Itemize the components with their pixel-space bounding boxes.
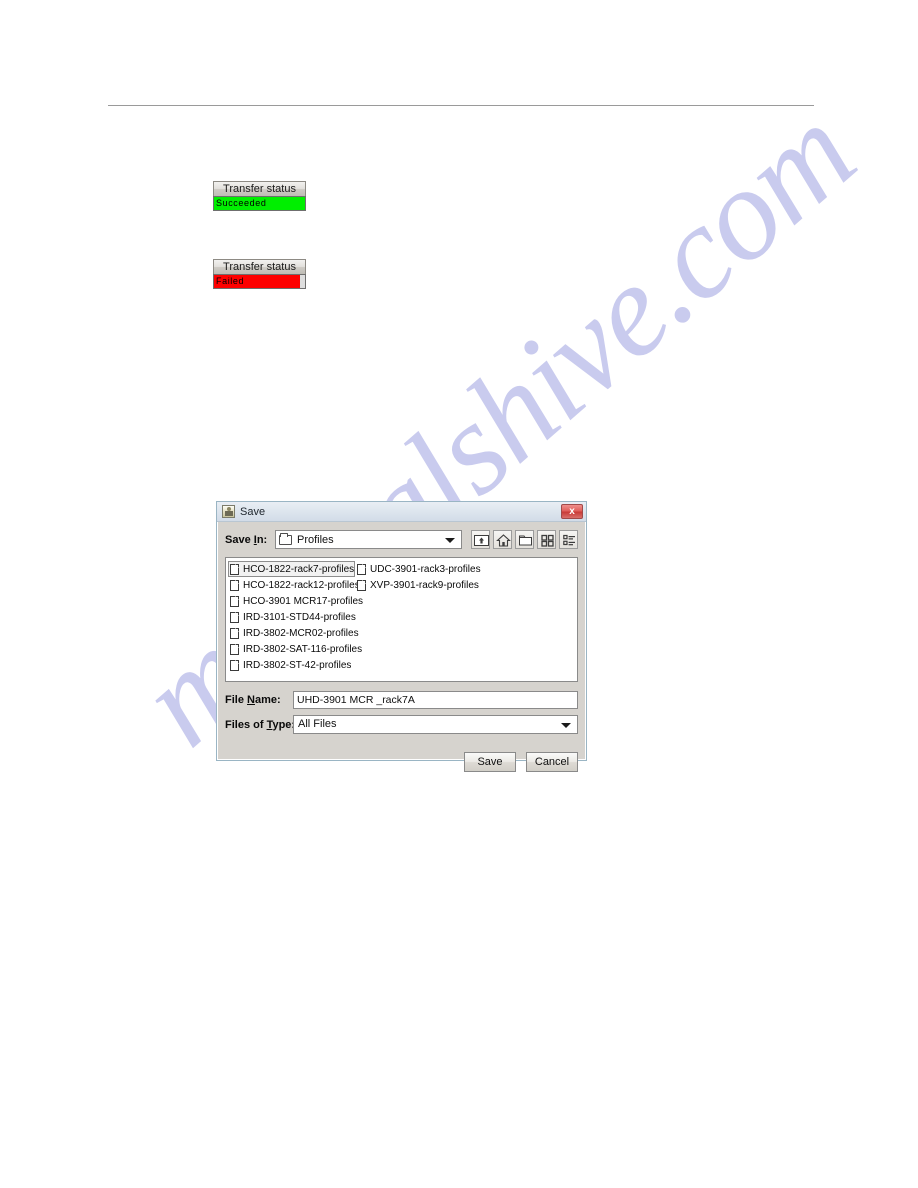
file-icon <box>230 595 239 607</box>
list-item-label: IRD-3802-ST-42-profiles <box>243 659 352 671</box>
list-item-label: HCO-1822-rack7-profiles <box>243 563 355 575</box>
file-name-input[interactable]: UHD-3901 MCR _rack7A <box>293 690 578 709</box>
list-item[interactable]: IRD-3802-ST-42-profiles <box>228 657 355 673</box>
dialog-body: Save In: Profiles HCO-1822-rack7-profile… <box>217 522 586 780</box>
list-item[interactable]: HCO-3901 MCR17-profiles <box>228 593 363 609</box>
list-item[interactable]: UDC-3901-rack3-profiles <box>355 561 482 577</box>
files-of-type-label: Files of Type: <box>225 718 296 731</box>
transfer-status-value: Succeeded <box>213 196 306 211</box>
up-one-level-icon[interactable] <box>471 530 490 549</box>
list-item-label: HCO-3901 MCR17-profiles <box>243 595 364 607</box>
list-item-label: IRD-3802-SAT-116-profiles <box>243 643 363 655</box>
create-new-folder-icon[interactable] <box>515 530 534 549</box>
home-icon[interactable] <box>493 530 512 549</box>
file-icon <box>357 579 366 591</box>
java-coffee-cup-icon <box>222 505 235 518</box>
save-in-value: Profiles <box>297 533 334 546</box>
close-icon[interactable]: x <box>561 504 583 519</box>
list-item-label: IRD-3802-MCR02-profiles <box>243 627 359 639</box>
transfer-status-value: Failed <box>214 275 300 288</box>
list-item[interactable]: XVP-3901-rack9-profiles <box>355 577 482 593</box>
details-view-icon[interactable] <box>559 530 578 549</box>
file-icon <box>230 627 239 639</box>
list-item[interactable]: IRD-3802-SAT-116-profiles <box>228 641 362 657</box>
chevron-down-icon[interactable] <box>561 722 571 728</box>
list-item-label: XVP-3901-rack9-profiles <box>370 579 479 591</box>
file-icon <box>357 563 366 575</box>
file-icon <box>230 643 239 655</box>
list-item[interactable]: HCO-1822-rack12-profiles <box>228 577 360 593</box>
save-in-combobox[interactable]: Profiles <box>275 530 462 549</box>
save-button[interactable]: Save <box>464 752 516 772</box>
transfer-status-title: Transfer status <box>213 259 306 274</box>
save-dialog: Save x Save In: Profiles HCO-1822-rack7-… <box>216 501 587 772</box>
dialog-titlebar[interactable]: Save x <box>217 502 586 522</box>
save-in-row: Save In: Profiles <box>225 529 578 550</box>
file-icon <box>230 659 239 671</box>
file-name-label: File Name: <box>225 693 281 706</box>
page-header-rule <box>108 105 814 106</box>
transfer-status-succeeded-widget: Transfer status Succeeded <box>213 181 306 211</box>
list-item-label: IRD-3101-STD44-profiles <box>243 611 356 623</box>
list-item-label: UDC-3901-rack3-profiles <box>370 563 481 575</box>
dialog-title: Save <box>240 505 266 518</box>
chevron-down-icon[interactable] <box>445 537 455 543</box>
file-icon <box>230 563 239 575</box>
list-item[interactable]: HCO-1822-rack7-profiles <box>228 561 355 577</box>
file-icon <box>230 579 239 591</box>
files-of-type-row: Files of Type: All Files <box>225 715 578 734</box>
file-name-row: File Name: UHD-3901 MCR _rack7A <box>225 690 578 709</box>
files-of-type-combobox[interactable]: All Files <box>293 715 578 734</box>
transfer-status-failed-widget: Transfer status Failed <box>213 259 306 289</box>
folder-icon <box>279 532 292 545</box>
document-page: Transfer status Succeeded Transfer statu… <box>0 0 918 1188</box>
transfer-status-title: Transfer status <box>213 181 306 196</box>
save-in-label: Save In: <box>225 533 268 546</box>
list-view-icon[interactable] <box>537 530 556 549</box>
transfer-status-track: Failed <box>213 274 306 289</box>
list-item[interactable]: IRD-3101-STD44-profiles <box>228 609 356 625</box>
file-list[interactable]: HCO-1822-rack7-profiles HCO-1822-rack12-… <box>225 557 578 682</box>
cancel-button[interactable]: Cancel <box>526 752 578 772</box>
files-of-type-value: All Files <box>298 718 337 730</box>
list-item-label: HCO-1822-rack12-profiles <box>243 579 360 591</box>
file-icon <box>230 611 239 623</box>
list-item[interactable]: IRD-3802-MCR02-profiles <box>228 625 359 641</box>
dialog-button-bar: Save Cancel <box>225 740 578 772</box>
